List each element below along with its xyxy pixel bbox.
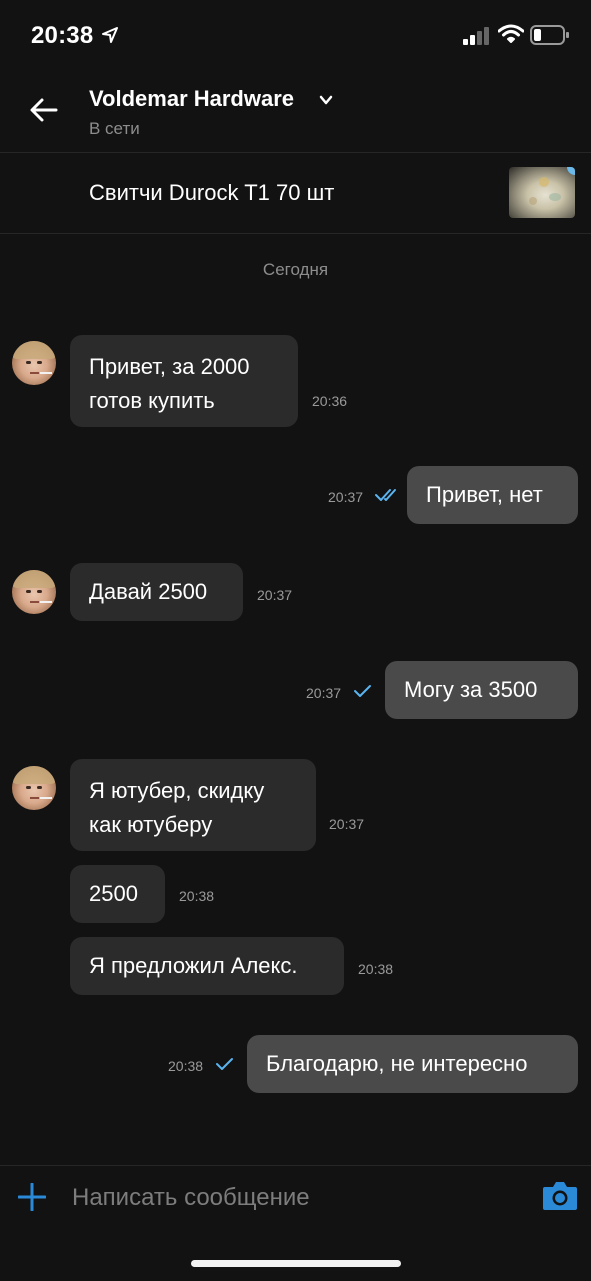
message-text: 2500 [89,881,138,906]
chat-header: Voldemar Hardware В сети [0,70,591,153]
wifi-icon [498,24,524,43]
message-time: 20:38 [179,888,215,904]
message-text: Я ютубер, скидку [89,778,265,803]
message-bubble-incoming[interactable]: Я предложил Алекс. [70,937,344,995]
status-time: 20:38 [31,22,94,49]
message-text: Давай 2500 [89,579,208,604]
message-text: Привет, нет [426,482,543,507]
home-indicator[interactable] [191,1260,401,1267]
listing-title[interactable]: Свитчи Durock T1 70 шт [89,180,334,206]
message-text: как ютуберу [89,812,213,837]
sender-avatar[interactable] [12,341,56,385]
chevron-down-icon[interactable] [318,93,334,107]
message-bubble-incoming[interactable]: Привет, за 2000 готов купить [70,335,298,427]
message-bubble-outgoing[interactable]: Благодарю, не интересно [247,1035,578,1093]
location-arrow-icon [102,27,118,43]
message-time: 20:37 [329,816,365,832]
message-time: 20:38 [168,1058,204,1074]
status-bar: 20:38 [0,0,591,70]
check-delivered-icon [354,685,371,697]
contact-online-status: В сети [89,119,140,138]
message-text: Могу за 3500 [404,677,538,702]
sender-avatar[interactable] [12,570,56,614]
message-text: Благодарю, не интересно [266,1051,528,1076]
message-input[interactable] [72,1178,512,1218]
contact-name[interactable]: Voldemar Hardware [89,86,294,112]
message-text: Привет, за 2000 [89,354,250,379]
message-bubble-incoming[interactable]: 2500 [70,865,165,923]
message-bubble-outgoing[interactable]: Могу за 3500 [385,661,578,719]
message-time: 20:37 [328,489,364,505]
message-bubble-incoming[interactable]: Давай 2500 [70,563,243,621]
plus-icon[interactable] [18,1183,46,1211]
message-time: 20:36 [312,393,348,409]
message-time: 20:37 [257,587,293,603]
listing-thumbnail[interactable] [509,167,575,218]
cellular-signal-icon [463,27,489,45]
sender-avatar[interactable] [12,766,56,810]
date-separator: Сегодня [262,260,329,279]
message-bubble-outgoing[interactable]: Привет, нет [407,466,578,524]
message-text: готов купить [89,388,215,413]
battery-icon [530,25,569,45]
check-delivered-icon [216,1058,233,1070]
listing-banner[interactable]: Свитчи Durock T1 70 шт [0,153,591,234]
back-arrow-icon[interactable] [28,94,60,126]
double-check-read-icon [375,489,396,501]
camera-icon[interactable] [542,1179,578,1211]
message-time: 20:38 [358,961,394,977]
message-time: 20:37 [306,685,342,701]
message-bubble-incoming[interactable]: Я ютубер, скидку как ютуберу [70,759,316,851]
message-text: Я предложил Алекс. [89,953,298,978]
